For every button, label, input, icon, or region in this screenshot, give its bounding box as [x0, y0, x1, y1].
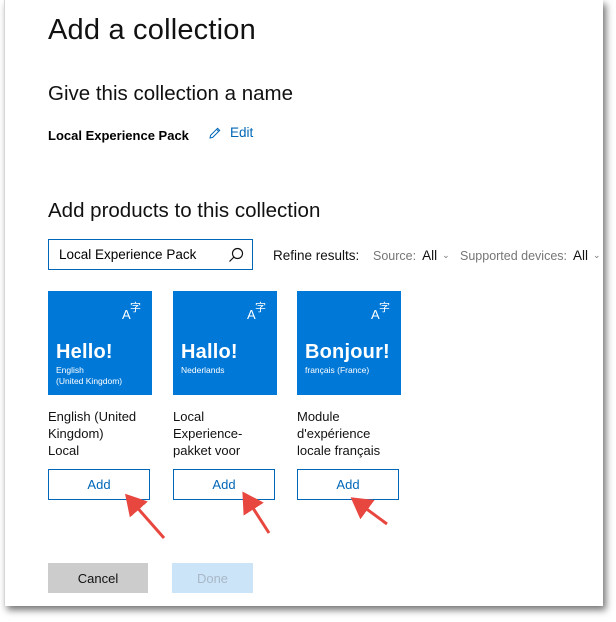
pencil-icon — [209, 127, 221, 139]
svg-text:字: 字 — [255, 300, 266, 314]
product-tile-dutch[interactable]: A 字 Hallo! Nederlands — [173, 291, 277, 395]
source-filter-label: Source: — [373, 248, 417, 263]
product-tile-english[interactable]: A 字 Hello! English (United Kingdom) — [48, 291, 152, 395]
svg-text:字: 字 — [379, 300, 390, 314]
collection-name: Local Experience Pack — [48, 128, 189, 143]
chevron-down-icon: ⌄ — [442, 250, 450, 260]
add-collection-dialog: Add a collection Give this collection a … — [4, 0, 603, 606]
annotation-arrow — [125, 493, 166, 539]
source-filter[interactable]: Source: All ⌄ — [373, 248, 450, 263]
refine-results-label: Refine results: — [273, 248, 360, 263]
supported-devices-filter[interactable]: Supported devices: All ⌄ — [460, 248, 601, 263]
tile-subtitle: français (France) — [305, 365, 370, 375]
annotation-arrow — [350, 497, 388, 526]
tile-title: Hello! — [56, 341, 113, 363]
devices-filter-value: All — [573, 248, 589, 263]
product-name: Local Experience- pakket voor — [173, 409, 243, 458]
tile-subtitle: Nederlands — [181, 365, 225, 375]
language-icon: A 字 — [247, 300, 266, 321]
source-filter-value: All — [422, 248, 438, 263]
product-tile-french[interactable]: A 字 Bonjour! français (France) — [297, 291, 401, 395]
language-icon: A 字 — [122, 300, 141, 321]
tile-title: Bonjour! — [305, 341, 390, 363]
search-input[interactable] — [59, 247, 228, 262]
chevron-down-icon: ⌄ — [593, 250, 601, 260]
language-icon: A 字 — [371, 300, 390, 321]
edit-label: Edit — [230, 125, 254, 140]
done-button: Done — [172, 563, 253, 593]
devices-filter-label: Supported devices: — [460, 248, 568, 263]
svg-text:字: 字 — [130, 300, 141, 314]
product-name: English (United Kingdom) Local — [48, 409, 137, 458]
tile-subtitle: English (United Kingdom) — [56, 365, 123, 386]
name-section-heading: Give this collection a name — [48, 82, 293, 105]
add-button-english[interactable]: Add — [48, 469, 150, 500]
products-section-heading: Add products to this collection — [48, 199, 321, 222]
search-icon[interactable] — [228, 247, 244, 263]
search-box — [48, 239, 253, 270]
page-title: Add a collection — [48, 14, 256, 46]
add-button-french[interactable]: Add — [297, 469, 399, 500]
tile-title: Hallo! — [181, 341, 238, 363]
add-button-dutch[interactable]: Add — [173, 469, 275, 500]
product-name: Module d'expérience locale français — [297, 409, 381, 458]
cancel-button[interactable]: Cancel — [48, 563, 148, 593]
edit-link[interactable]: Edit — [208, 125, 253, 140]
